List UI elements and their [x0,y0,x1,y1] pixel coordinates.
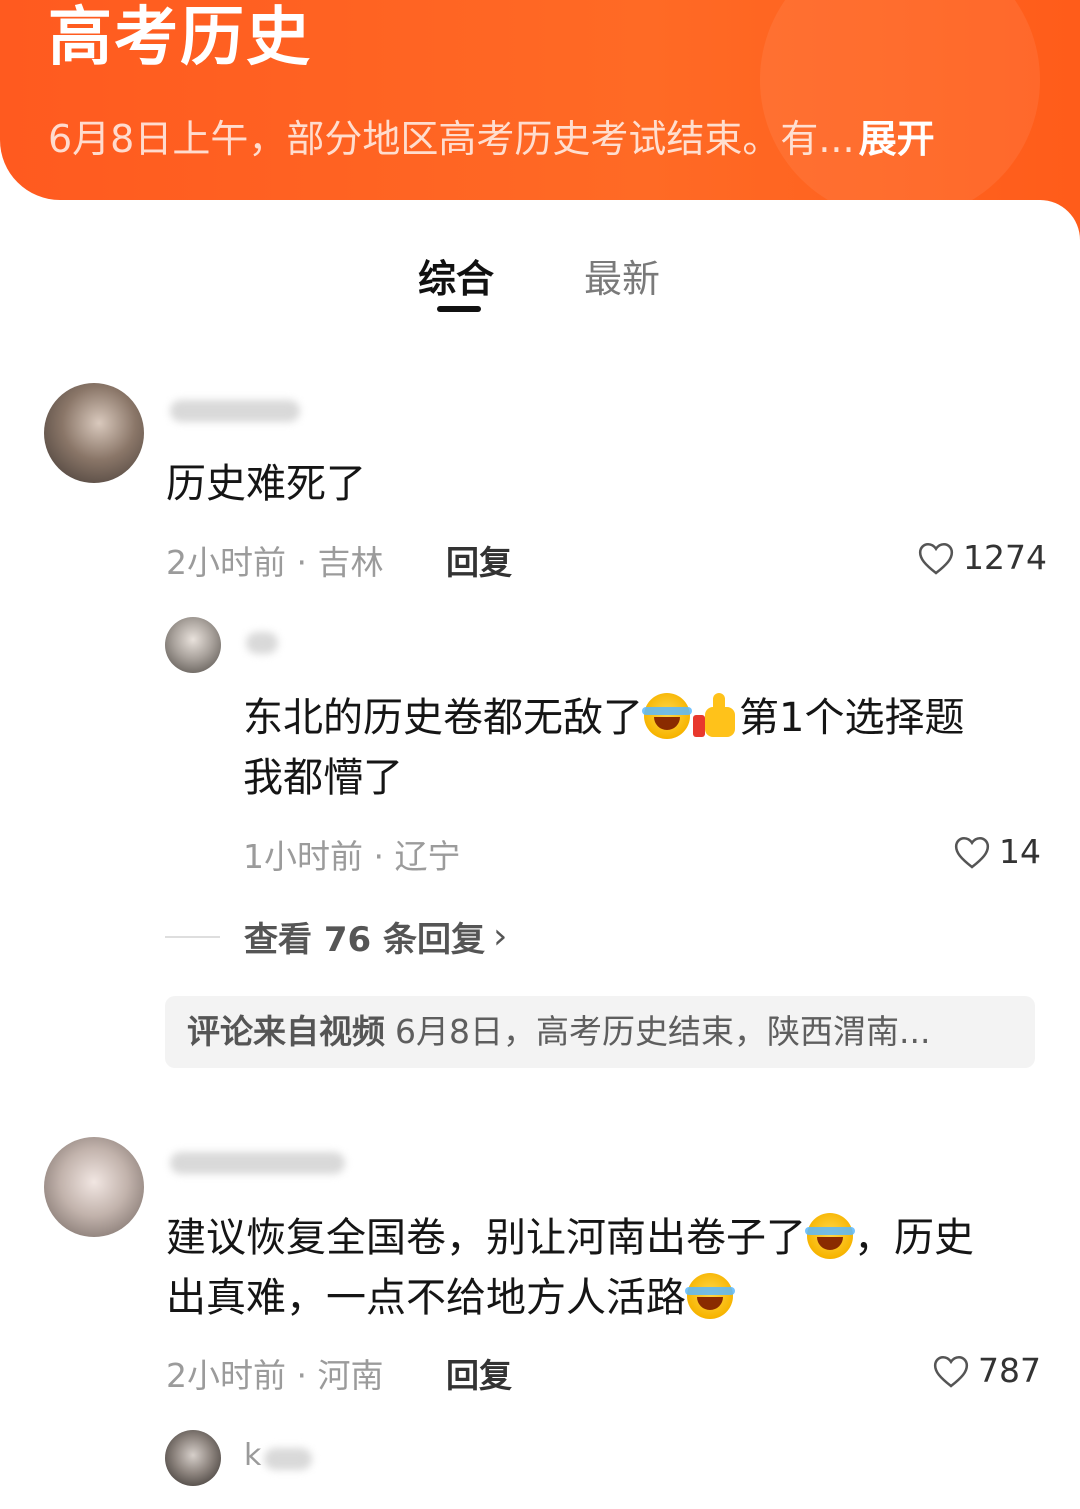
reply-like-button[interactable]: 14 [953,832,1041,871]
reply-avatar[interactable] [165,1430,221,1486]
chevron-right-icon: › [493,916,508,957]
divider-line [165,935,220,938]
comment-time: 2小时前 [166,1356,286,1395]
like-button[interactable]: 1274 [917,538,1047,577]
comment-text-part: ，历史 [854,1215,974,1261]
tab-latest[interactable]: 最新 [584,248,660,303]
comment-time: 2小时前 [166,543,286,582]
reply-meta: 1小时前 · 辽宁 [243,837,461,876]
grinning-squinting-face-emoji [685,1273,735,1319]
reply-username-blurred [264,1448,312,1470]
heart-icon [954,836,990,869]
reply-location: 辽宁 [394,837,461,876]
reply-text-part: 第1个选择题 [739,695,965,741]
view-replies-link[interactable]: 查看 76 条回复 › [165,912,507,961]
username-blurred[interactable] [170,1152,345,1174]
topic-header: 高考历史 6月8日上午，部分地区高考历史考试结束。有... 展开 [0,0,1080,200]
source-video-title: 6月8日，高考历史结束，陕西渭南... [395,1012,931,1051]
comment-location: 河南 [317,1356,384,1395]
comment-text-part: 出真难，一点不给地方人活路 [166,1275,686,1321]
reply-text: 东北的历史卷都无敌了 第1个选择题我都懵了 [243,688,1033,808]
active-tab-indicator [437,306,481,312]
grinning-squinting-face-emoji [805,1213,855,1259]
reply-username-blurred[interactable] [246,632,278,654]
like-count: 14 [999,832,1041,871]
heart-icon [933,1355,969,1388]
tab-comprehensive[interactable]: 综合 [418,248,494,303]
like-count: 787 [978,1351,1041,1390]
sort-tabs: 综合 最新 [0,248,1080,318]
topic-description: 6月8日上午，部分地区高考历史考试结束。有... 展开 [48,108,1038,163]
like-button[interactable]: 787 [932,1351,1041,1390]
reply-text-part: 东北的历史卷都无敌了 [243,695,643,741]
comment-text-part: 建议恢复全国卷，别让河南出卷子了 [166,1215,806,1261]
comment-source-link[interactable]: 评论来自视频 6月8日，高考历史结束，陕西渭南... [165,996,1035,1068]
avatar[interactable] [44,383,144,483]
comment-text: 历史难死了 [166,461,366,507]
reply-time: 1小时前 [243,837,363,876]
thumbs-up-emoji [693,693,737,739]
comment-location: 吉林 [317,543,384,582]
heart-icon [918,542,954,575]
comment-text: 建议恢复全国卷，别让河南出卷子了 ，历史出真难，一点不给地方人活路 [166,1208,1036,1328]
comment-meta: 2小时前 · 河南 [166,1356,384,1395]
grinning-squinting-face-emoji [642,693,692,739]
comment-meta: 2小时前 · 吉林 [166,543,384,582]
topic-description-text: 6月8日上午，部分地区高考历史考试结束。有... [48,117,855,161]
view-replies-label: 查看 76 条回复 [244,920,485,960]
header-decoration [760,0,1040,200]
reply-button[interactable]: 回复 [446,1349,512,1397]
reply-username[interactable]: k [244,1438,261,1473]
avatar[interactable] [44,1137,144,1237]
expand-button[interactable]: 展开 [859,117,935,161]
source-lead: 评论来自视频 [187,1012,385,1051]
reply-text-part: 我都懵了 [243,755,403,801]
reply-avatar[interactable] [165,617,221,673]
reply-button[interactable]: 回复 [446,536,512,584]
username-blurred[interactable] [170,400,300,422]
like-count: 1274 [963,538,1047,577]
topic-title: 高考历史 [48,1,312,75]
